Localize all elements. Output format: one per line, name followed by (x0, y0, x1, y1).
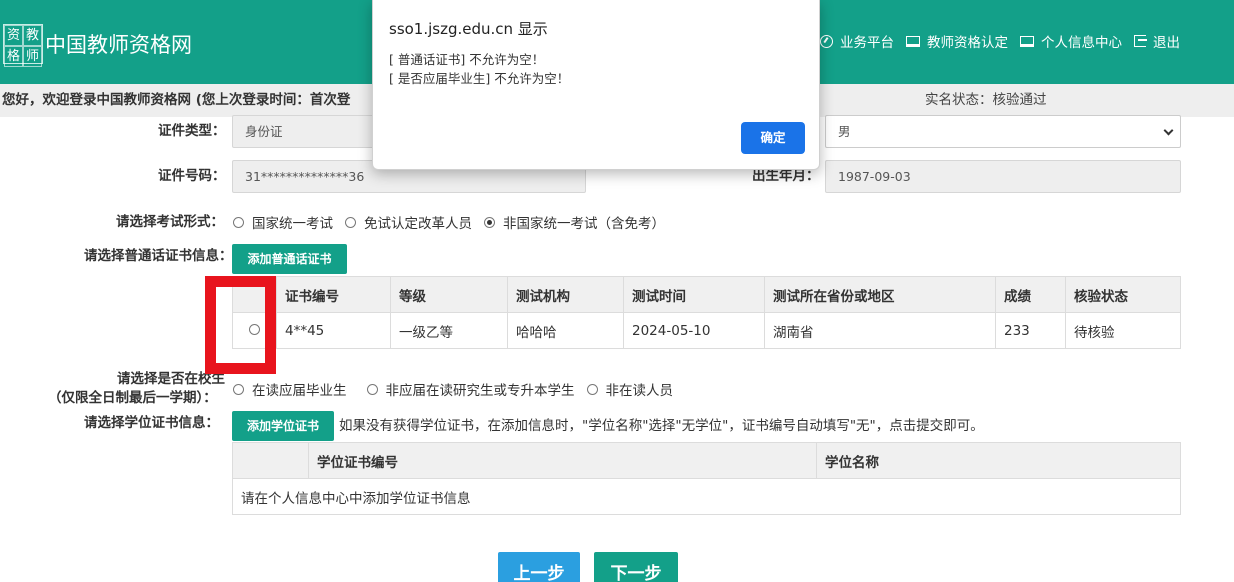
nav-label: 教师资格认定 (927, 35, 1008, 51)
exam-option-national[interactable]: 国家统一考试 (233, 212, 333, 232)
nav-personal-center[interactable]: 个人信息中心 (1020, 31, 1122, 51)
option-label: 非国家统一考试（含免考） (503, 216, 665, 232)
top-nav: 业务平台 教师资格认定 个人信息中心 退出 (820, 30, 1192, 52)
table-header-row: 学位证书编号 学位名称 (232, 442, 1181, 479)
mandarin-cert-table: 证书编号 等级 测试机构 测试时间 测试所在省份或地区 成绩 核验状态 4**4… (232, 276, 1181, 349)
exam-form-radio-group: 国家统一考试 免试认定改革人员 非国家统一考试（含免考） (233, 212, 677, 232)
gender-value: 男 (838, 124, 851, 139)
nav-label: 退出 (1153, 35, 1180, 51)
column-header (232, 442, 309, 479)
radio-button[interactable] (233, 216, 244, 228)
laptop-icon (1020, 35, 1034, 47)
exam-option-exempt-reform[interactable]: 免试认定改革人员 (345, 212, 472, 232)
degree-cert-table: 学位证书编号 学位名称 请在个人信息中心中添加学位证书信息 (232, 442, 1181, 515)
id-number-label: 证件号码： (158, 168, 226, 184)
cert-number-cell: 4**45 (276, 312, 391, 349)
student-status-label-note: （仅限全日制最后一学期）： (48, 390, 217, 406)
realname-status: 实名状态：核验通过 (925, 92, 1047, 108)
mandarin-cert-label: 请选择普通话证书信息： (84, 248, 233, 264)
option-label: 在读应届毕业生 (252, 383, 347, 399)
student-option-not-enrolled[interactable]: 非在读人员 (586, 379, 674, 399)
exit-icon (1134, 35, 1147, 47)
column-header: 证书编号 (276, 276, 391, 313)
column-header: 等级 (390, 276, 508, 313)
site-title: 中国教师资格网 (45, 33, 192, 57)
radio-button[interactable] (586, 383, 598, 395)
logo-char: 教 (23, 25, 42, 46)
exam-form-label: 请选择考试形式： (116, 214, 224, 230)
site-logo: 资 教 格 师 (3, 24, 43, 67)
option-label: 非应届在读研究生或专升本学生 (385, 383, 575, 399)
option-label: 非在读人员 (605, 383, 674, 399)
degree-hint-text: 如果没有获得学位证书，在添加信息时，"学位名称"选择"无学位"，证书编号自动填写… (339, 418, 984, 434)
table-row[interactable]: 4**45 一级乙等 哈哈哈 2024-05-10 湖南省 233 待核验 (232, 312, 1181, 349)
student-status-radio-group: 在读应届毕业生 非应届在读研究生或专升本学生 非在读人员 (233, 379, 685, 399)
table-row: 请在个人信息中心中添加学位证书信息 (232, 478, 1181, 515)
option-label: 国家统一考试 (252, 216, 333, 232)
verify-status-cell: 待核验 (1065, 312, 1181, 349)
column-header: 学位证书编号 (308, 442, 817, 479)
dialog-message-line: [ 是否应届毕业生] 不允许为空！ (389, 71, 570, 86)
institution-cell: 哈哈哈 (507, 312, 624, 349)
dialog-ok-button[interactable]: 确定 (741, 122, 805, 154)
id-type-label: 证件类型： (158, 123, 226, 139)
dialog-title: sso1.jszg.edu.cn 显示 (389, 20, 548, 38)
province-cell: 湖南省 (764, 312, 996, 349)
alert-dialog: sso1.jszg.edu.cn 显示 [ 普通话证书] 不允许为空！ [ 是否… (372, 0, 820, 170)
test-date-cell: 2024-05-10 (623, 312, 765, 349)
exam-option-non-national[interactable]: 非国家统一考试（含免考） (484, 212, 665, 232)
dashboard-icon (820, 34, 833, 48)
gender-select[interactable]: 男 (825, 115, 1181, 148)
table-header-row: 证书编号 等级 测试机构 测试时间 测试所在省份或地区 成绩 核验状态 (232, 276, 1181, 313)
logo-char: 格 (4, 46, 23, 67)
empty-table-message: 请在个人信息中心中添加学位证书信息 (232, 478, 1181, 515)
add-degree-cert-button[interactable]: 添加学位证书 (232, 411, 334, 441)
nav-logout[interactable]: 退出 (1134, 31, 1180, 51)
nav-label: 个人信息中心 (1041, 35, 1122, 51)
next-step-button[interactable]: 下一步 (594, 552, 678, 582)
logo-char: 资 (4, 25, 23, 46)
radio-button[interactable] (366, 383, 378, 395)
add-mandarin-cert-button[interactable]: 添加普通话证书 (232, 244, 347, 274)
student-option-graduating[interactable]: 在读应届毕业生 (233, 379, 347, 399)
option-label: 免试认定改革人员 (364, 216, 472, 232)
laptop-icon (906, 35, 920, 47)
birth-date-field: 1987-09-03 (825, 160, 1181, 193)
highlight-annotation-box (205, 276, 276, 374)
nav-business-platform[interactable]: 业务平台 (820, 31, 894, 51)
level-cell: 一级乙等 (390, 312, 508, 349)
chevron-down-icon (1163, 125, 1174, 136)
radio-button[interactable] (345, 216, 356, 228)
logo-char: 师 (23, 46, 42, 67)
nav-teacher-certification[interactable]: 教师资格认定 (906, 31, 1008, 51)
dialog-message-line: [ 普通话证书] 不允许为空！ (389, 52, 545, 67)
radio-button[interactable] (233, 383, 244, 395)
radio-button-checked[interactable] (484, 216, 495, 228)
student-option-postgrad[interactable]: 非应届在读研究生或专升本学生 (366, 379, 575, 399)
column-header: 成绩 (995, 276, 1066, 313)
column-header: 测试所在省份或地区 (764, 276, 996, 313)
nav-label: 业务平台 (840, 35, 894, 51)
column-header: 测试时间 (623, 276, 765, 313)
page: 资 教 格 师 中国教师资格网 业务平台 教师资格认定 个人信息中心 退出 您好… (0, 0, 1234, 582)
degree-cert-label: 请选择学位证书信息： (84, 415, 219, 431)
welcome-text: 您好，欢迎登录中国教师资格网 (您上次登录时间：首次登 (2, 92, 351, 108)
column-header: 核验状态 (1065, 276, 1181, 313)
column-header: 测试机构 (507, 276, 624, 313)
score-cell: 233 (995, 312, 1066, 349)
column-header: 学位名称 (816, 442, 1181, 479)
previous-step-button[interactable]: 上一步 (498, 552, 580, 582)
